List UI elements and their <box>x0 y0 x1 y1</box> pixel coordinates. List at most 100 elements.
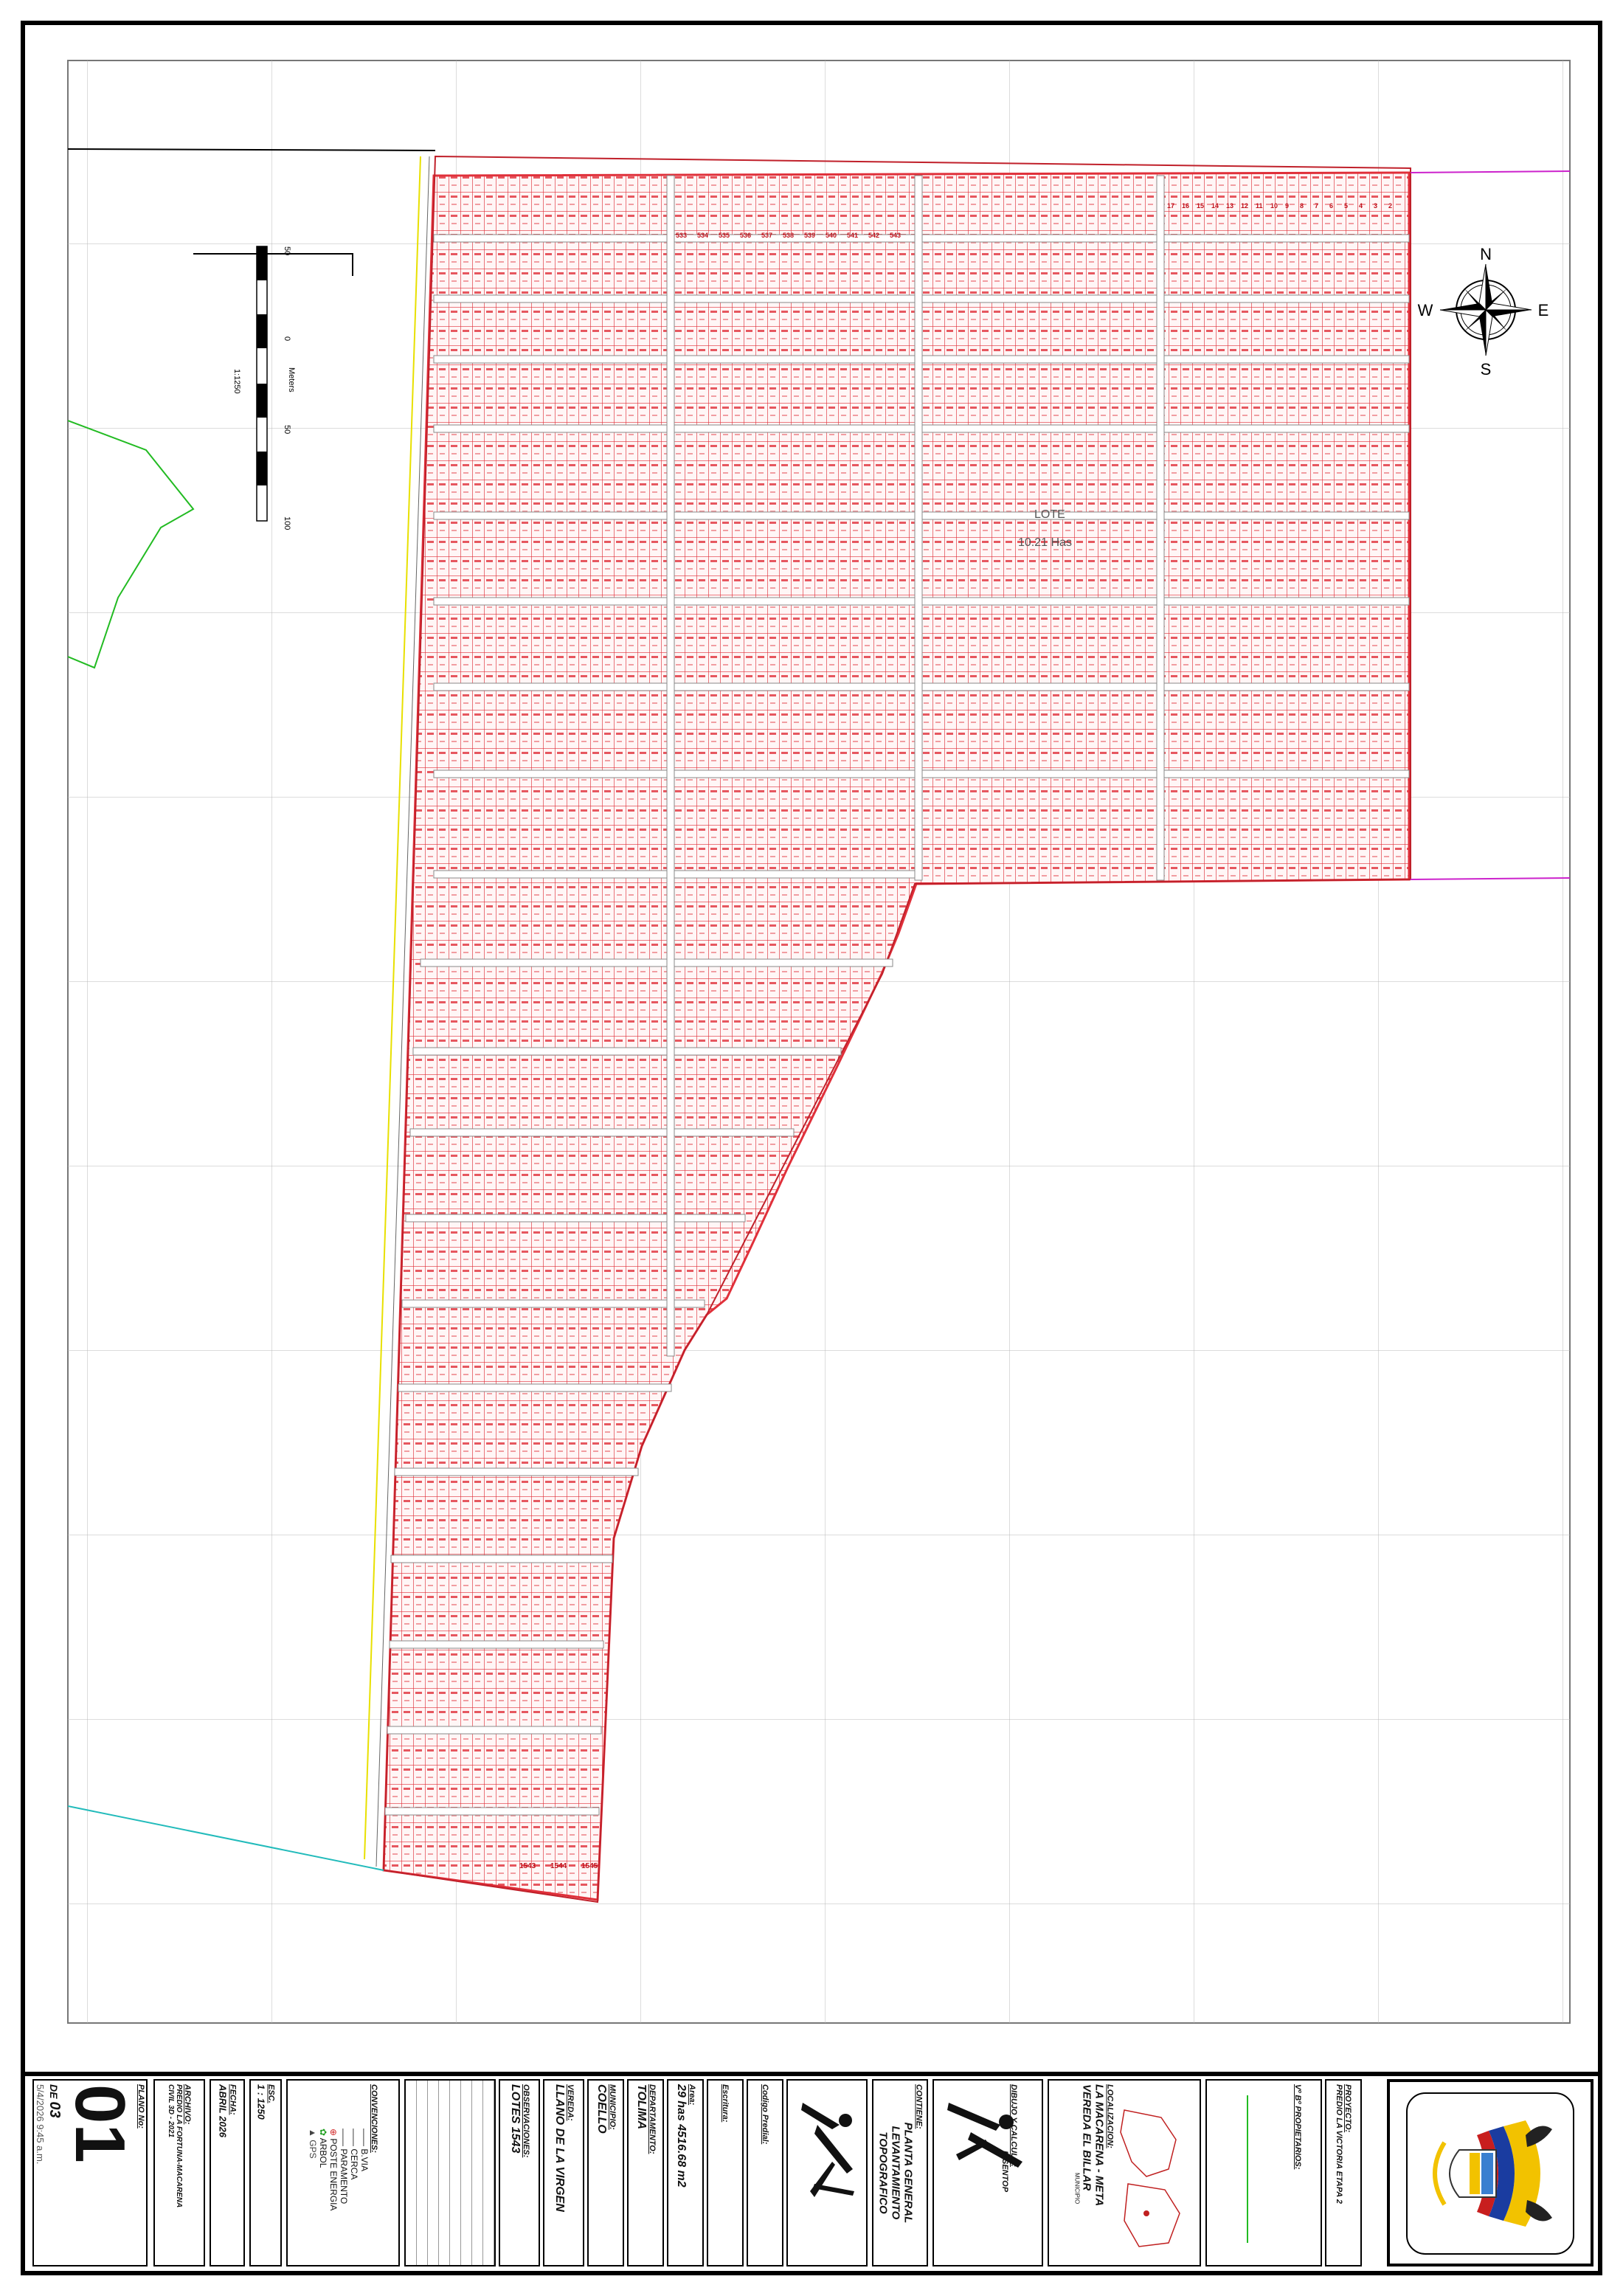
power-pole-icon: ⊕ <box>328 2129 339 2137</box>
legend-paramento: —— PARAMENTO <box>339 2129 349 2205</box>
legend-gps: ▲ GPS <box>308 2129 318 2159</box>
scale-tick-3: 50 <box>283 425 291 434</box>
coat-of-arms-icon <box>1433 2120 1552 2227</box>
vereda-value: LLANO DE LA VIRGEN <box>553 2084 566 2212</box>
lot-number: 534 <box>697 232 708 239</box>
lot-number: 12 <box>1241 202 1248 210</box>
plano-de-label: DE <box>48 2084 60 2099</box>
area-label: Area: <box>688 2084 696 2106</box>
archivo-value: PREDIO LA FORTUNA-MACARENA <box>175 2084 183 2208</box>
codigo-predial-cell: Codigo Predial: <box>747 2079 783 2266</box>
lot-number: 1544 <box>550 1862 567 1870</box>
propietarios-label: Vº Bº PROPIETARIOS: <box>1293 2084 1303 2170</box>
gps-icon: ▲ <box>308 2129 318 2137</box>
plano-number: 01 <box>60 2084 139 2163</box>
lot-number: 536 <box>740 232 751 239</box>
lot-number: 1543 <box>519 1862 536 1870</box>
observaciones-value: LOTES 1543 <box>509 2084 522 2154</box>
lot-number: 16 <box>1182 202 1189 210</box>
dibujo-cell: DIBUJO Y CALCULO: DISENTOP <box>932 2079 1043 2266</box>
codigo-predial-label: Codigo Predial: <box>761 2084 769 2145</box>
localizacion-municipio-tag: MUNICIPIO <box>1073 2173 1081 2205</box>
escritura-cell: Escritura: <box>707 2079 744 2266</box>
compass-east: E <box>1538 301 1549 319</box>
area-value: 29 has 4516.68 m2 <box>675 2084 688 2188</box>
area-cell: Area: 29 has 4516.68 m2 <box>667 2079 704 2266</box>
surveyor-image-cell <box>786 2079 868 2266</box>
lot-label-area: 10.21 Has <box>1018 536 1072 549</box>
compass-north: N <box>1480 245 1492 263</box>
observaciones-cell: OBSERVACIONES: LOTES 1543 <box>499 2079 540 2266</box>
lot-number: 538 <box>783 232 794 239</box>
surveyor-tripod-icon <box>947 2103 1022 2168</box>
escala-value: 1 : 1250 <box>255 2084 267 2120</box>
departamento-cell: DEPARTAMENTO: TOLIMA <box>627 2079 664 2266</box>
departamento-value: TOLIMA <box>635 2084 648 2130</box>
lot-number: 8 <box>1300 202 1304 210</box>
legend-cerca: —— CERCA <box>349 2129 359 2180</box>
tree-icon: ✿ <box>318 2129 328 2137</box>
signature-line <box>1247 2095 1248 2243</box>
lot-number: 10 <box>1270 202 1278 210</box>
observaciones-label: OBSERVACIONES: <box>522 2084 530 2158</box>
lot-number: 1545 <box>581 1862 598 1870</box>
municipio-value: COELLO <box>595 2084 608 2134</box>
escala-cell: ESC. 1 : 1250 <box>249 2079 282 2266</box>
notes-cell <box>404 2079 496 2266</box>
plano-timestamp: 5/4/2026 9:45 a.m. <box>35 2084 46 2165</box>
lot-number: 7 <box>1315 202 1318 210</box>
localizacion-label: LOCALIZACION: <box>1105 2084 1115 2148</box>
contiene-label: CONTIENE: <box>914 2084 924 2129</box>
lot-number: 15 <box>1197 202 1204 210</box>
scale-tick-4: 100 <box>283 516 291 530</box>
lot-number: 17 <box>1167 202 1174 210</box>
lot-number: 542 <box>868 232 879 239</box>
fecha-cell: FECHA: ABRIL 2026 <box>210 2079 245 2266</box>
localizacion-cell: LOCALIZACION: LA MACARENA - META VEREDA … <box>1048 2079 1201 2266</box>
lot-number: 6 <box>1329 202 1333 210</box>
line-symbol-icon: —— <box>349 2129 359 2146</box>
contiene-line-3: TOPOGRAFICO <box>876 2131 890 2214</box>
dibujo-value: DISENTOP <box>1000 2151 1010 2193</box>
compass-south: S <box>1481 360 1492 378</box>
lot-number: 9 <box>1285 202 1289 210</box>
proyecto-value: PREDIO LA VICTORIA ETAPA 2 <box>1335 2084 1343 2204</box>
fecha-label: FECHA: <box>228 2084 238 2115</box>
lot-number: 541 <box>847 232 858 239</box>
lot-number: 533 <box>676 232 687 239</box>
archivo-value-2: CIVIL 3D - 2021 <box>167 2084 175 2138</box>
departamento-label: DEPARTAMENTO: <box>648 2084 657 2154</box>
archivo-cell: ARCHIVO: PREDIO LA FORTUNA-MACARENA CIVI… <box>153 2079 205 2266</box>
lot-number: 11 <box>1256 202 1263 210</box>
escritura-label: Escritura: <box>721 2084 730 2123</box>
compass-west: W <box>1418 301 1433 319</box>
legend-bvia: —— B.VIA <box>359 2129 370 2172</box>
municipio-label: MUNICIPIO: <box>608 2084 617 2130</box>
legend-poste: ⊕ POSTE ENERGIA <box>328 2129 339 2211</box>
scale-tick-1: 50 <box>283 246 291 255</box>
survey-map: 50 0 50 100 Meters 1:1250 N S E W LOTE 1… <box>67 60 1571 2024</box>
contiene-line-2: LEVANTAMIENTO <box>889 2126 902 2220</box>
lot-number: 3 <box>1374 202 1377 210</box>
lot-number: 5 <box>1344 202 1348 210</box>
contiene-cell: CONTIENE: PLANTA GENERAL LEVANTAMIENTO T… <box>872 2079 928 2266</box>
lot-number: 537 <box>761 232 772 239</box>
propietarios-cell: Vº Bº PROPIETARIOS: <box>1205 2079 1322 2266</box>
lot-label-name: LOTE <box>1034 508 1065 521</box>
localizacion-line-2: VEREDA EL BILLAR <box>1080 2084 1093 2191</box>
plano-de-value: 03 <box>46 2101 63 2118</box>
lot-number: 535 <box>719 232 730 239</box>
fecha-value: ABRIL 2026 <box>217 2084 229 2138</box>
archivo-label: ARCHIVO: <box>183 2084 192 2125</box>
scale-unit-label: Meters <box>287 367 296 393</box>
lot-number: 539 <box>804 232 815 239</box>
plano-cell: PLANO No: 01 DE 03 5/4/2026 9:45 a.m. <box>32 2079 148 2266</box>
lot-number: 4 <box>1359 202 1363 210</box>
proyecto-cell: PROYECTO: PREDIO LA VICTORIA ETAPA 2 <box>1325 2079 1362 2266</box>
seal-frame <box>1406 2092 1574 2255</box>
municipio-cell: MUNICIPIO: COELLO <box>587 2079 624 2266</box>
scale-ratio-label: 1:1250 <box>232 369 241 394</box>
lot-number: 14 <box>1211 202 1219 210</box>
line-symbol-icon: —— <box>339 2129 349 2146</box>
location-map-icon <box>1120 2109 1180 2247</box>
